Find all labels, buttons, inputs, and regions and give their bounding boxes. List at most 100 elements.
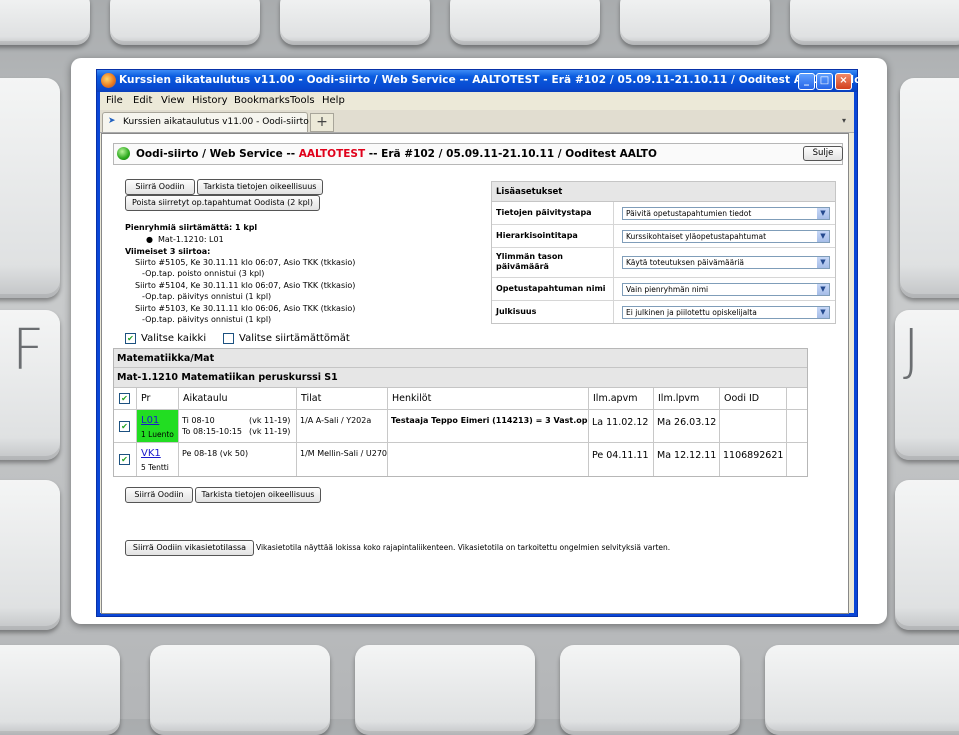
chevron-down-icon: ▼ xyxy=(817,307,829,318)
status-ok-icon xyxy=(117,147,130,160)
settings-title: Lisäasetukset xyxy=(496,187,563,197)
key xyxy=(790,0,959,45)
title-bar[interactable]: Kurssien aikataulutus v11.00 - Oodi-siir… xyxy=(97,70,887,92)
row-schedule: To 08:15-10:15 xyxy=(182,427,242,436)
col-header[interactable]: Ilm.apvm xyxy=(593,393,637,404)
key xyxy=(450,0,600,45)
new-tab-button[interactable]: + xyxy=(310,113,334,132)
close-button[interactable]: × xyxy=(835,73,852,90)
bird-icon: ➤ xyxy=(108,116,116,126)
settings-row: Ylimmän tason päivämäärä Käytä toteutukse… xyxy=(492,248,835,278)
firefox-icon xyxy=(101,73,116,88)
row-code-link[interactable]: L01 xyxy=(141,415,159,426)
menu-bar: File Edit View History Bookmarks Tools H… xyxy=(100,92,854,110)
col-header[interactable]: Oodi ID xyxy=(724,393,759,404)
log-line: -Op.tap. päivitys onnistui (1 kpl) xyxy=(142,315,272,324)
tab-bar: ➤ Kurssien aikataulutus v11.00 - Oodi-si… xyxy=(100,110,854,133)
row-weeks: (vk 11-19) xyxy=(249,416,291,425)
key xyxy=(765,645,959,735)
key xyxy=(0,480,60,630)
menu-help[interactable]: Help xyxy=(322,95,345,106)
row-type: 5 Tentti xyxy=(141,463,169,472)
transfer-button-bottom[interactable]: Siirrä Oodiin xyxy=(125,487,193,503)
row-weeks: (vk 11-19) xyxy=(249,427,291,436)
close-page-button[interactable]: Sulje xyxy=(803,146,843,161)
key xyxy=(895,480,959,630)
settings-row: Julkisuus Ei julkinen ja piilotettu opis… xyxy=(492,301,835,323)
settings-row: Hierarkisointitapa Kurssikohtaiset yläop… xyxy=(492,225,835,248)
row-end: Ma 12.12.11 xyxy=(657,450,717,461)
chevron-down-icon: ▼ xyxy=(817,231,829,242)
col-header[interactable]: Tilat xyxy=(301,393,321,404)
window-title: Kurssien aikataulutus v11.00 - Oodi-siir… xyxy=(119,74,888,86)
col-header[interactable]: Ilm.lpvm xyxy=(658,393,699,404)
row-start: Pe 04.11.11 xyxy=(592,450,649,461)
settings-panel: Lisäasetukset Tietojen päivitystapa Päiv… xyxy=(491,181,836,324)
header-checkbox[interactable]: ✔ xyxy=(119,393,130,404)
row-people: Testaaja Teppo Eimeri (114213) = 3 Vast.… xyxy=(391,416,588,425)
menu-edit[interactable]: Edit xyxy=(133,95,152,106)
row-schedule: Pe 08-18 (vk 50) xyxy=(182,449,249,458)
publicity-select[interactable]: Ei julkinen ja piilotettu opiskelijalta ▼ xyxy=(622,306,830,319)
log-line: -Op.tap. poisto onnistui (3 kpl) xyxy=(142,269,265,278)
top-date-select[interactable]: Käytä toteutuksen päivämääriä ▼ xyxy=(622,256,830,269)
hierarchy-select[interactable]: Kurssikohtaiset yläopetustapahtumat ▼ xyxy=(622,230,830,243)
log-line: Siirto #5103, Ke 30.11.11 klo 06:06, Asi… xyxy=(135,304,356,313)
menu-history[interactable]: History xyxy=(192,95,228,106)
pending-item: Mat-1.1210: L01 xyxy=(158,235,224,244)
minimize-button[interactable]: _ xyxy=(798,73,815,90)
row-checkbox[interactable]: ✔ xyxy=(119,421,130,432)
key-label: J xyxy=(903,318,920,383)
key xyxy=(560,645,740,735)
pending-title: Pienryhmiä siirtämättä: 1 kpl xyxy=(125,223,258,232)
row-code-link[interactable]: VK1 xyxy=(141,448,161,459)
settings-label: Tietojen päivitystapa xyxy=(496,208,592,217)
row-code-cell: L01 1 Luento xyxy=(137,410,179,443)
log-line: -Op.tap. päivitys onnistui (1 kpl) xyxy=(142,292,272,301)
log-line: Siirto #5105, Ke 30.11.11 klo 06:07, Asi… xyxy=(135,258,356,267)
menu-bookmarks[interactable]: Bookmarks xyxy=(234,95,290,106)
debug-transfer-button[interactable]: Siirrä Oodiin vikasietotilassa xyxy=(125,540,254,556)
tab-list-icon[interactable]: ▾ xyxy=(842,116,846,125)
chevron-down-icon: ▼ xyxy=(817,284,829,295)
tab-active[interactable]: ➤ Kurssien aikataulutus v11.00 - Oodi-si… xyxy=(102,112,326,132)
remove-transferred-button[interactable]: Poista siirretyt op.tapahtumat Oodista (… xyxy=(125,195,320,211)
validate-button-bottom[interactable]: Tarkista tietojen oikeellisuus xyxy=(195,487,321,503)
menu-tools[interactable]: Tools xyxy=(290,95,315,106)
validate-button[interactable]: Tarkista tietojen oikeellisuus xyxy=(197,179,323,195)
col-header[interactable]: Henkilöt xyxy=(392,393,431,404)
page-title: Oodi-siirto / Web Service -- AALTOTEST -… xyxy=(136,148,657,160)
key-f: F xyxy=(0,310,60,460)
maximize-button[interactable]: □ xyxy=(816,73,833,90)
col-header[interactable]: Pr xyxy=(141,393,150,404)
menu-file[interactable]: File xyxy=(106,95,123,106)
key xyxy=(0,0,90,45)
row-end: Ma 26.03.12 xyxy=(657,417,717,428)
settings-label: Opetustapahtuman nimi xyxy=(496,284,606,293)
row-type: 1 Luento xyxy=(141,430,174,439)
course-row: Mat-1.1210 Matematiikan peruskurssi S1 xyxy=(114,368,807,388)
select-all-checkbox[interactable]: ✔ xyxy=(125,333,136,344)
select-untransferred-checkbox[interactable] xyxy=(223,333,234,344)
event-name-select[interactable]: Vain pienryhmän nimi ▼ xyxy=(622,283,830,296)
row-checkbox[interactable]: ✔ xyxy=(119,454,130,465)
browser-window: Kurssien aikataulutus v11.00 - Oodi-siir… xyxy=(96,69,887,617)
select-all-label: Valitse kaikki xyxy=(141,333,207,344)
env-name: AALTOTEST xyxy=(298,148,366,160)
chevron-down-icon: ▼ xyxy=(817,208,829,219)
group-row: Matematiikka/Mat xyxy=(114,349,807,368)
row-schedule: Ti 08-10 xyxy=(182,416,215,425)
transfer-button[interactable]: Siirrä Oodiin xyxy=(125,179,195,195)
course-table: Matematiikka/Mat Mat-1.1210 Matematiikan… xyxy=(113,348,808,477)
key xyxy=(900,78,959,298)
row-rooms: 1/A A-Sali / Y202a xyxy=(300,416,372,425)
group-name: Matematiikka/Mat xyxy=(117,353,215,364)
update-mode-select[interactable]: Päivitä opetustapahtumien tiedot ▼ xyxy=(622,207,830,220)
settings-label: Hierarkisointitapa xyxy=(496,231,578,240)
chevron-down-icon: ▼ xyxy=(817,257,829,268)
settings-row: Opetustapahtuman nimi Vain pienryhmän ni… xyxy=(492,278,835,301)
settings-label: Ylimmän tason päivämäärä xyxy=(496,252,564,271)
menu-view[interactable]: View xyxy=(161,95,185,106)
col-header[interactable]: Aikataulu xyxy=(183,393,228,404)
debug-note: Vikasietotila näyttää lokissa koko rajap… xyxy=(256,543,671,552)
